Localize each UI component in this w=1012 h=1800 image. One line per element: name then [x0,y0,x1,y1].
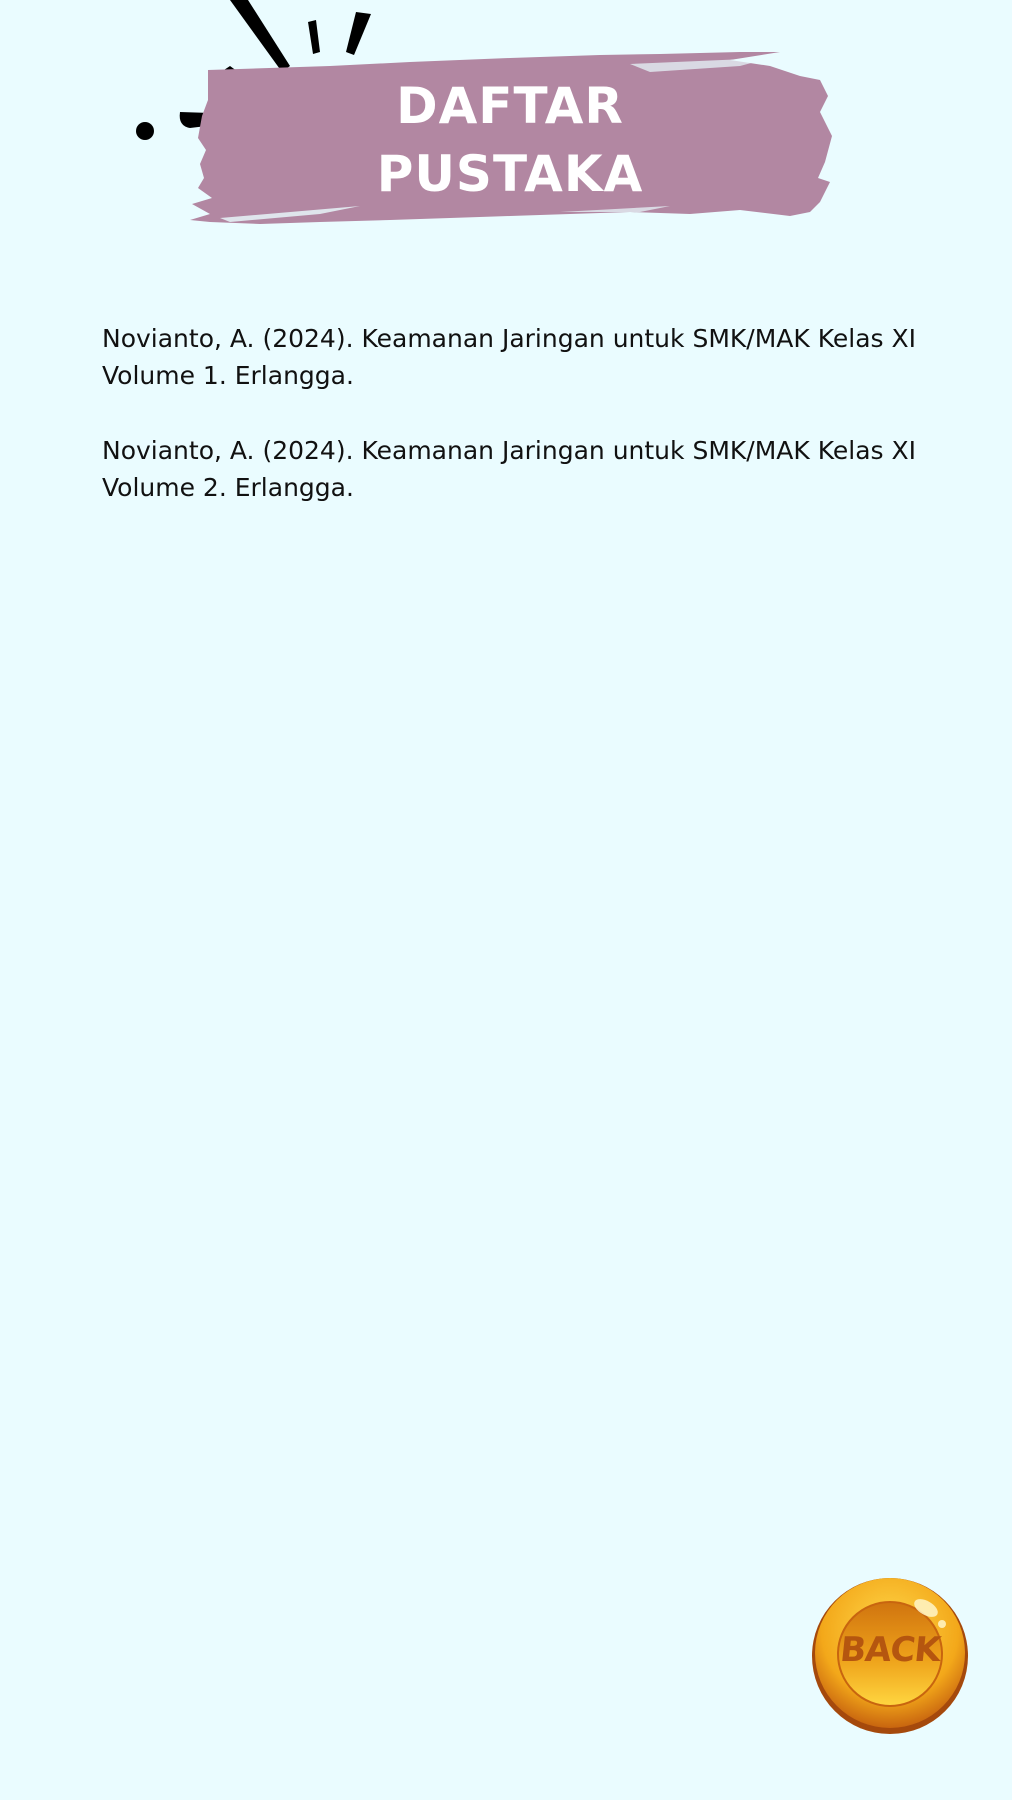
reference-list: Novianto, A. (2024). Keamanan Jaringan u… [102,320,932,544]
reference-item-1-line-2: Volume 1. Erlangga. [102,361,354,390]
reference-item-2: Novianto, A. (2024). Keamanan Jaringan u… [102,432,932,506]
page-header: DAFTAR PUSTAKA [130,0,850,240]
reference-item-2-line-1: Novianto, A. (2024). Keamanan Jaringan u… [102,436,916,465]
reference-item-2-line-2: Volume 2. Erlangga. [102,473,354,502]
page-title-line-2: PUSTAKA [376,145,644,203]
back-button-label: BACK [838,1630,942,1670]
reference-item-1: Novianto, A. (2024). Keamanan Jaringan u… [102,320,932,394]
reference-item-1-line-1: Novianto, A. (2024). Keamanan Jaringan u… [102,324,916,353]
back-button[interactable]: BACK [810,1574,970,1736]
page-title-line-1: DAFTAR [396,77,624,135]
